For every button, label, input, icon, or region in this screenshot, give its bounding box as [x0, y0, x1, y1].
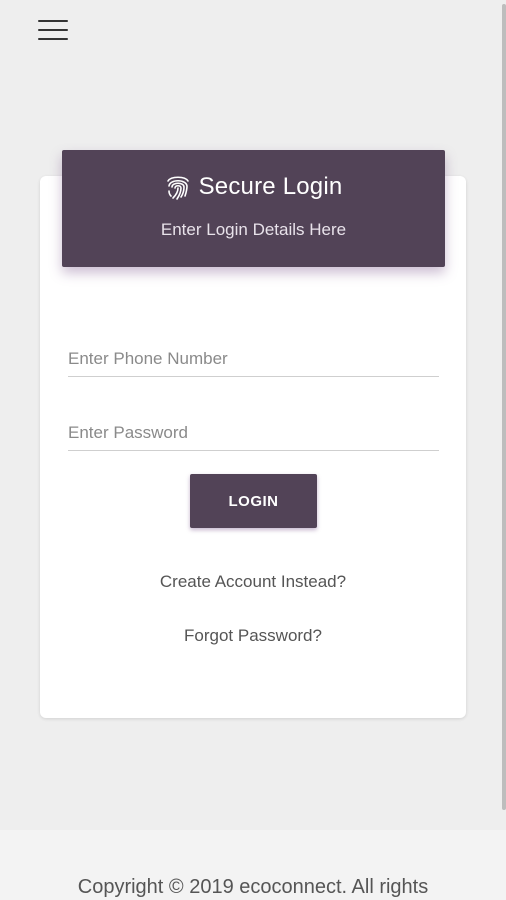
copyright-text: Copyright © 2019 ecoconnect. All rights	[77, 876, 429, 898]
create-account-link[interactable]: Create Account Instead?	[40, 572, 466, 592]
login-subtitle: Enter Login Details Here	[160, 220, 347, 239]
hamburger-menu-icon[interactable]	[38, 18, 70, 42]
login-button[interactable]: LOGIN	[190, 474, 317, 528]
fingerprint-icon	[166, 176, 189, 200]
login-header: Secure Login Enter Login Details Here	[62, 150, 445, 267]
scrollbar[interactable]	[502, 4, 506, 810]
password-input[interactable]	[68, 416, 439, 451]
forgot-password-link[interactable]: Forgot Password?	[40, 626, 466, 646]
header-title-row: Secure Login	[62, 170, 445, 204]
phone-number-input[interactable]	[68, 342, 439, 377]
login-title: Secure Login	[198, 173, 343, 200]
